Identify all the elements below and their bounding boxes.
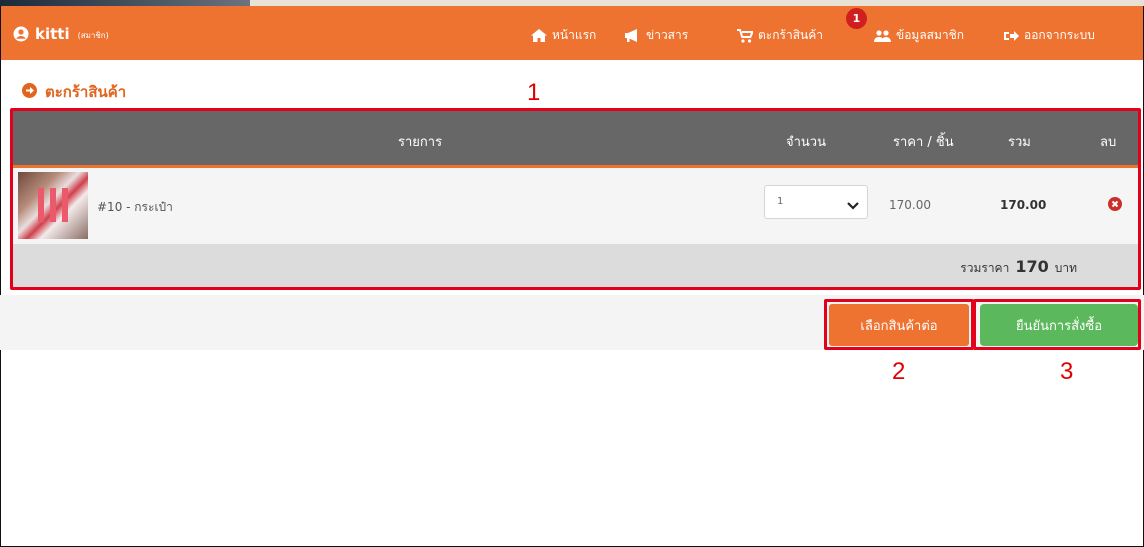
bullhorn-icon — [625, 29, 641, 42]
brand-role: (สมาชิก) — [77, 31, 109, 40]
home-icon — [531, 29, 547, 42]
nav-label-cart: ตะกร้าสินค้า — [758, 28, 823, 42]
nav-label-logout: ออกจากระบบ — [1024, 28, 1095, 42]
nav-item-news[interactable]: ข่าวสาร — [625, 26, 688, 45]
nav-label-profile: ข้อมูลสมาชิก — [896, 28, 965, 42]
annotation-label-1: 1 — [527, 79, 541, 106]
top-navbar: kitti (สมาชิก) หน้าแรก ข่าวสาร ตะกร้าสิน… — [1, 6, 1143, 60]
arrow-circle-right-icon — [22, 82, 37, 102]
brand[interactable]: kitti (สมาชิก) — [13, 25, 109, 43]
cart-count-badge: 1 — [846, 8, 867, 29]
annotation-box-2 — [824, 299, 974, 350]
brand-name: kitti — [35, 25, 70, 43]
nav-item-logout[interactable]: ออกจากระบบ — [1004, 26, 1095, 45]
nav-item-cart[interactable]: ตะกร้าสินค้า — [737, 26, 823, 45]
annotation-label-3: 3 — [1060, 358, 1074, 385]
sign-out-icon — [1004, 30, 1019, 42]
annotation-box-3 — [973, 299, 1141, 350]
nav-item-profile[interactable]: ข้อมูลสมาชิก — [874, 26, 964, 45]
cart-icon — [737, 28, 753, 43]
annotation-label-2: 2 — [892, 358, 906, 385]
user-circle-icon — [13, 26, 29, 42]
nav-item-home[interactable]: หน้าแรก — [531, 26, 596, 45]
annotation-box-1 — [10, 108, 1141, 290]
nav-label-news: ข่าวสาร — [646, 28, 689, 42]
page-title: ตะกร้าสินค้า — [22, 80, 126, 104]
nav-label-home: หน้าแรก — [552, 28, 597, 42]
users-icon — [874, 29, 891, 42]
page-title-text: ตะกร้าสินค้า — [45, 83, 127, 101]
